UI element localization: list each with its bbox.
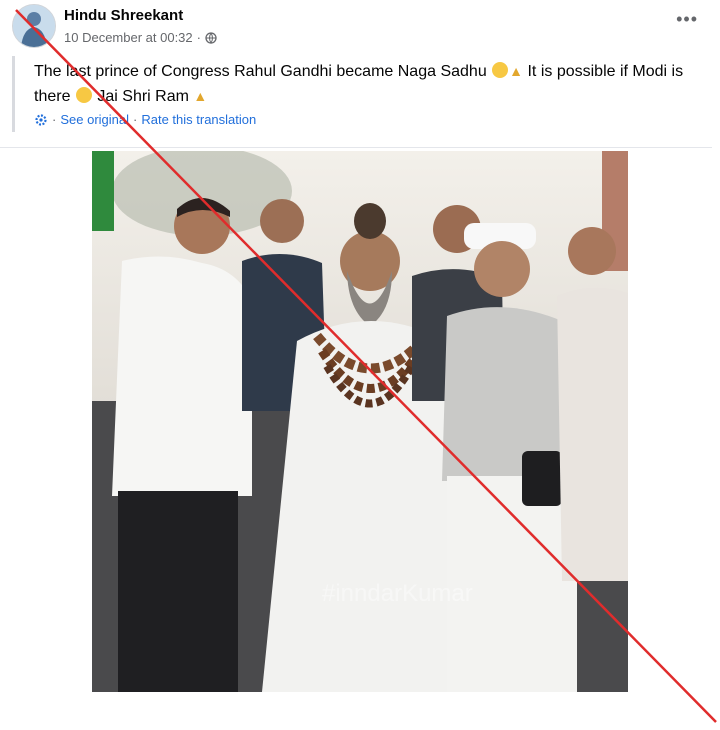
post-text-line3: Jai Shri Ram [97, 88, 189, 105]
rate-translation-link[interactable]: Rate this translation [141, 112, 256, 127]
globe-icon [205, 31, 217, 44]
see-original-link[interactable]: See original [60, 112, 129, 127]
smile-emoji-icon [75, 87, 92, 103]
post-timestamp[interactable]: 10 December at 00:32 [64, 30, 193, 45]
more-options-icon[interactable]: ••• [676, 10, 698, 28]
gear-icon [35, 113, 47, 126]
divider [0, 147, 712, 148]
pray-emoji-icon: ▲ [509, 63, 524, 79]
facebook-post: Hindu Shreekant 10 December at 00:32 · •… [0, 0, 720, 730]
quote-bar [12, 56, 15, 132]
translation-row: · See original · Rate this translation [34, 112, 256, 127]
post-text-line1: The last prince of Congress Rahul Gandhi… [34, 63, 487, 80]
photo-watermark: #inndarKumar [322, 580, 473, 607]
post-meta: 10 December at 00:32 · [64, 30, 217, 45]
author-name[interactable]: Hindu Shreekant [64, 7, 183, 24]
author-avatar[interactable] [12, 4, 56, 48]
pray-emoji-icon: ▲ [193, 88, 208, 104]
smile-emoji-icon [492, 62, 509, 78]
post-text: The last prince of Congress Rahul Gandhi… [34, 59, 694, 109]
post-photo[interactable]: #inndarKumar [92, 151, 628, 692]
